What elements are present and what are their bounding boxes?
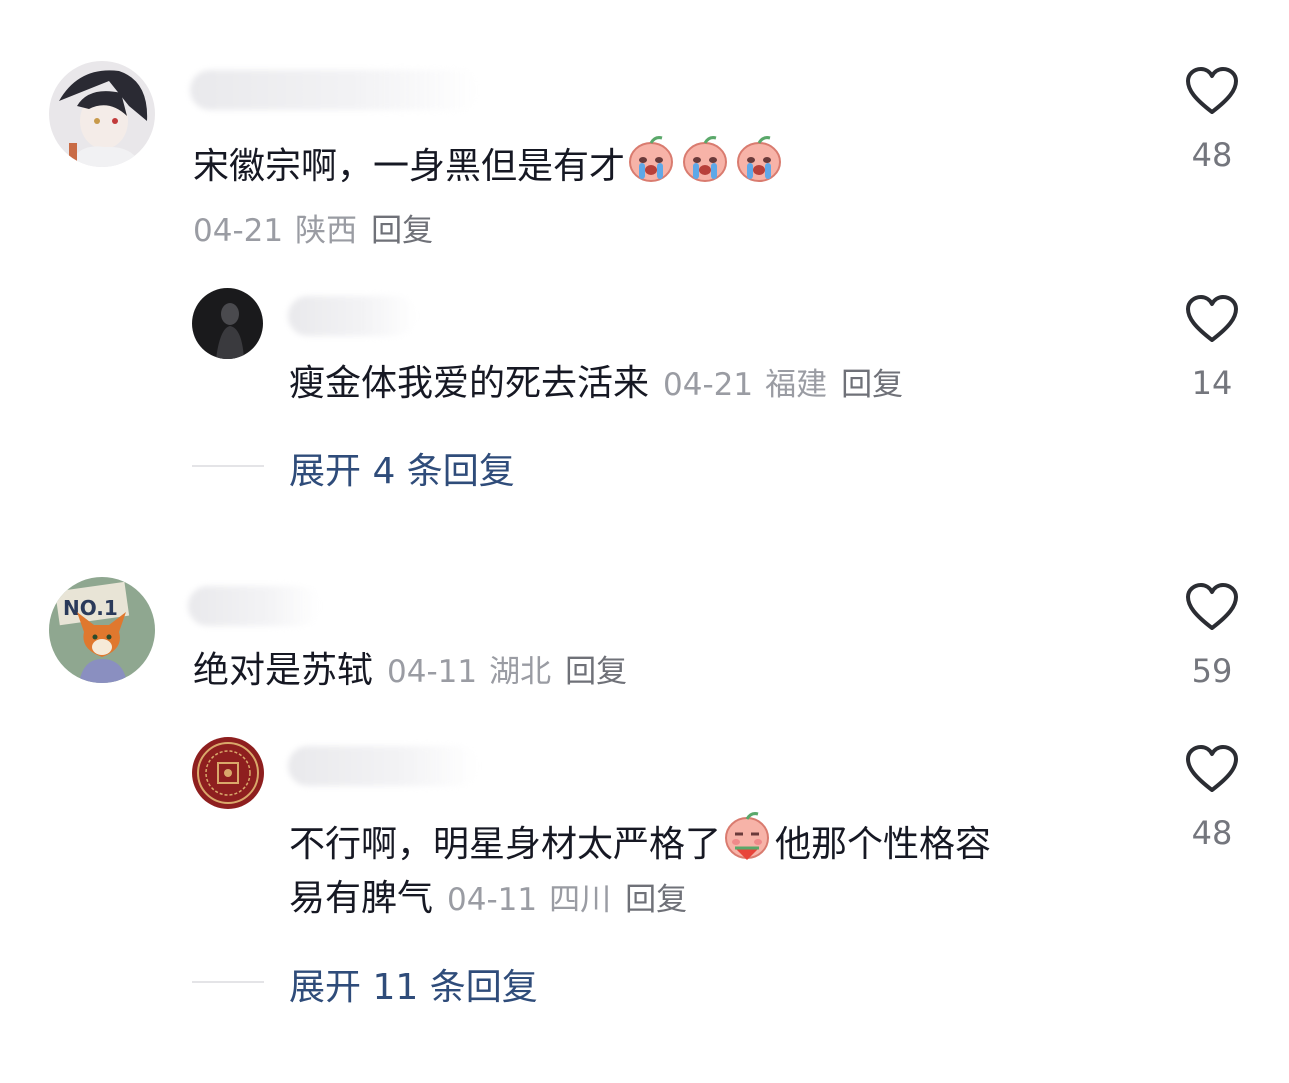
avatar[interactable] [49,61,155,167]
comment-text-row: 绝对是苏轼 04-11 湖北 回复 [193,649,627,694]
watermelon-peach-emoji [721,810,773,862]
reply-date: 04-11 [447,882,538,918]
like-count: 59 [1191,652,1233,690]
like-count: 48 [1191,136,1233,174]
reply-location: 四川 [549,882,612,918]
like-button[interactable]: 59 [1182,582,1242,690]
expand-replies-button[interactable]: 展开 11 条回复 [289,958,538,1010]
reply-date: 04-21 [663,367,754,403]
heart-outline-icon [1186,67,1238,114]
comment-text: 绝对是苏轼 [193,650,374,691]
reply-text: 瘦金体我爱的死去活来 [289,363,650,404]
username-redacted[interactable] [288,296,416,336]
username-redacted[interactable] [188,586,320,626]
like-button[interactable]: 48 [1182,744,1242,852]
crying-peach-emoji [625,132,677,184]
username-redacted[interactable] [288,746,478,786]
comment-text: 宋徽宗啊，一身黑但是有才 [193,132,787,189]
avatar[interactable]: NO.1 [49,577,155,683]
reply-button[interactable]: 回复 [625,882,687,918]
reply-text-line1: 不行啊，明星身材太严格了 他那个性格容 [289,810,991,867]
heart-outline-icon [1186,295,1238,342]
avatar[interactable] [192,737,264,809]
heart-outline-icon [1186,583,1238,630]
like-count: 14 [1191,364,1233,402]
username-redacted[interactable] [190,70,480,110]
like-button[interactable]: 14 [1182,294,1242,402]
svg-text:NO.1: NO.1 [63,596,118,620]
reply-text-row: 瘦金体我爱的死去活来 04-21 福建 回复 [289,362,903,407]
divider [192,465,264,467]
comment-location: 湖北 [489,654,552,690]
divider [192,981,264,983]
crying-peach-emoji [679,132,731,184]
reply-location: 福建 [765,367,828,403]
reply-button[interactable]: 回复 [371,213,433,249]
like-count: 48 [1191,814,1233,852]
avatar[interactable] [192,288,263,359]
comment-date: 04-21 [193,213,284,249]
heart-outline-icon [1186,745,1238,792]
comment-meta: 04-21 陕西 回复 [193,205,433,250]
reply-button[interactable]: 回复 [841,367,903,403]
reply-text-line2: 易有脾气 04-11 四川 回复 [289,878,688,919]
crying-peach-emoji [733,132,785,184]
comment-date: 04-11 [387,654,478,690]
expand-replies-button[interactable]: 展开 4 条回复 [289,442,515,494]
reply-button[interactable]: 回复 [565,654,627,690]
like-button[interactable]: 48 [1182,66,1242,174]
comment-location: 陕西 [295,213,358,249]
